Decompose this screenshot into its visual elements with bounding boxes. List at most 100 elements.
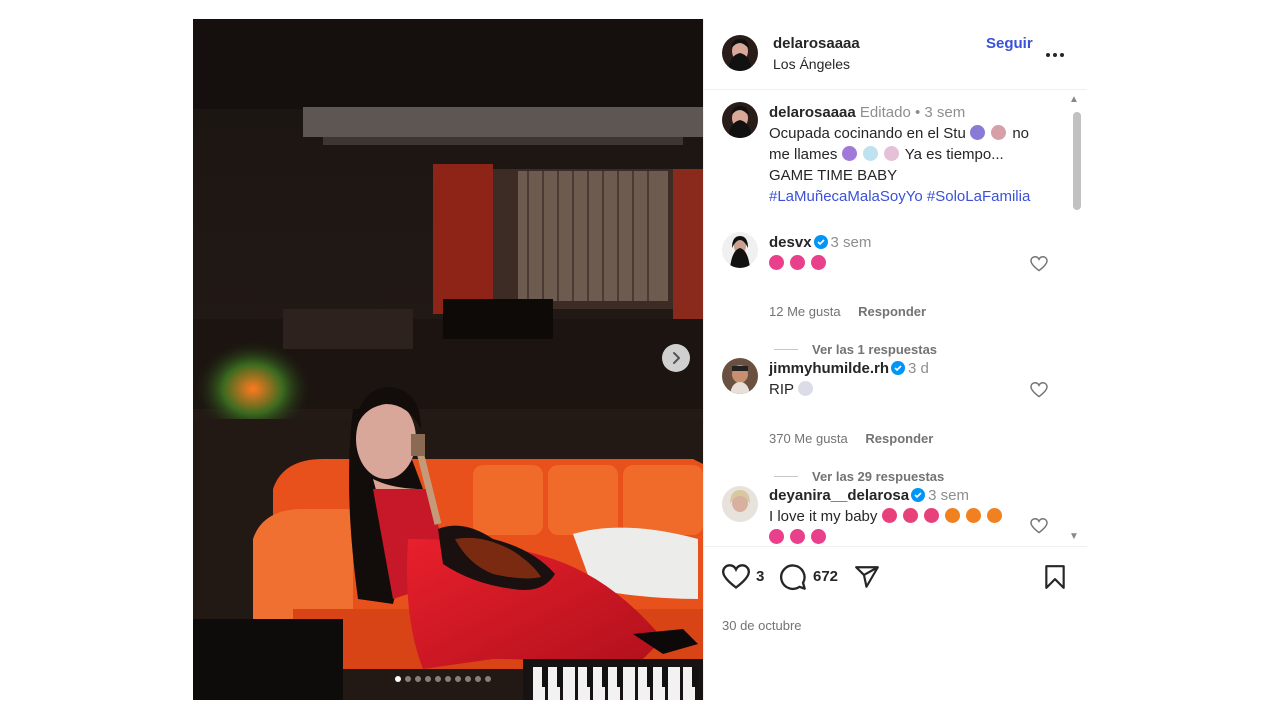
verified-badge-icon	[911, 488, 926, 502]
verified-badge-icon	[813, 235, 828, 249]
replies-line	[774, 476, 798, 477]
follow-button[interactable]: Seguir	[986, 35, 1033, 52]
caption-username[interactable]: delarosaaaa	[769, 104, 856, 121]
emoji-icon	[987, 508, 1003, 523]
comment-time[interactable]: 3 sem	[928, 487, 969, 504]
comment-meta: 12 Me gusta Responder	[769, 304, 940, 319]
comment-icon	[780, 564, 806, 590]
comment-meta: 370 Me gusta Responder	[769, 431, 947, 446]
comment-button[interactable]	[779, 563, 807, 596]
carousel-dot	[415, 676, 421, 682]
header-username[interactable]: delarosaaaa	[773, 35, 860, 52]
more-options-button[interactable]	[1045, 45, 1065, 63]
more-icon	[1046, 53, 1064, 57]
emoji-icon	[769, 255, 784, 270]
caption-line2-head: me llames	[769, 146, 838, 163]
comment-username[interactable]: desvx	[769, 234, 812, 251]
caption: delarosaaaa Editado • 3 sem Ocupada coci…	[769, 102, 1059, 207]
comment-like-button[interactable]	[1030, 255, 1048, 277]
comment-like-button[interactable]	[1030, 381, 1048, 403]
post-date[interactable]: 30 de octubre	[722, 618, 802, 633]
emoji-icon	[841, 146, 857, 161]
like-button[interactable]	[721, 564, 751, 595]
emoji-icon	[883, 146, 899, 161]
emoji-icon	[991, 125, 1007, 140]
scroll-up-icon[interactable]: ▲	[1069, 94, 1079, 105]
caption-line3: GAME TIME BABY	[769, 167, 898, 184]
carousel-dot	[465, 676, 471, 682]
commenter-avatar[interactable]	[722, 486, 758, 522]
comment-time[interactable]: 3 d	[908, 360, 929, 377]
reply-button[interactable]: Responder	[865, 431, 933, 446]
carousel-dot	[395, 676, 401, 682]
comment-likes[interactable]: 370 Me gusta	[769, 431, 848, 446]
view-replies-label: Ver las 1 respuestas	[812, 342, 938, 357]
heart-icon	[1030, 255, 1048, 272]
carousel-indicator	[395, 676, 491, 682]
header-location[interactable]: Los Ángeles	[773, 56, 850, 72]
emoji-icon	[902, 508, 918, 523]
save-icon	[1045, 565, 1065, 589]
view-replies-button[interactable]: Ver las 1 respuestas	[774, 342, 937, 357]
avatar[interactable]	[722, 35, 758, 71]
hashtag-link[interactable]: #LaMuñecaMalaSoyYo	[769, 188, 923, 205]
emoji-icon	[811, 529, 827, 544]
comment-username[interactable]: jimmyhumilde.rh	[769, 360, 889, 377]
view-replies-button[interactable]: Ver las 29 respuestas	[774, 469, 944, 484]
carousel-dot	[455, 676, 461, 682]
caption-line1: Ocupada cocinando en el Stu	[769, 125, 966, 142]
carousel-dot	[485, 676, 491, 682]
emoji-icon	[969, 125, 985, 140]
commenter-avatar[interactable]	[722, 358, 758, 394]
heart-icon	[721, 564, 751, 589]
carousel-dot	[445, 676, 451, 682]
comment-time[interactable]: 3 sem	[831, 234, 872, 251]
instagram-post: delarosaaaa Los Ángeles Seguir ▲ ▼ delar…	[193, 19, 1087, 700]
reply-button[interactable]: Responder	[858, 304, 926, 319]
next-slide-button[interactable]	[662, 344, 690, 372]
comment-header: deyanira__delarosa 3 sem	[769, 485, 969, 506]
post-photo[interactable]	[193, 19, 703, 700]
caption-line2-tail: Ya es tiempo...	[904, 146, 1004, 163]
comment-header: desvx 3 sem	[769, 232, 871, 253]
post-actions: 3 672 30 de octubre	[704, 546, 1087, 701]
post-sidebar: delarosaaaa Los Ángeles Seguir ▲ ▼ delar…	[703, 19, 1087, 700]
studio-photo	[193, 19, 703, 700]
commenter-avatar[interactable]	[722, 232, 758, 268]
comment-likes[interactable]: 12 Me gusta	[769, 304, 841, 319]
caption-edited: Editado	[859, 104, 911, 121]
likes-count[interactable]: 3	[756, 568, 764, 585]
post-header: delarosaaaa Los Ángeles Seguir	[704, 19, 1087, 90]
emoji-icon	[862, 146, 878, 161]
caption-avatar[interactable]	[722, 102, 758, 138]
heart-icon	[1030, 381, 1048, 398]
emoji-icon	[881, 508, 897, 523]
verified-badge-icon	[891, 361, 906, 375]
carousel-dot	[435, 676, 441, 682]
emoji-icon	[923, 508, 939, 523]
comment-text: RIP	[769, 379, 815, 400]
emoji-icon	[790, 255, 806, 270]
save-button[interactable]	[1043, 564, 1067, 595]
comments-count[interactable]: 672	[813, 568, 838, 585]
caption-separator: •	[914, 104, 921, 121]
scrollbar-thumb[interactable]	[1073, 112, 1081, 210]
comment-like-button[interactable]	[1030, 517, 1048, 539]
carousel-dot	[475, 676, 481, 682]
carousel-dot	[425, 676, 431, 682]
comment-text	[769, 253, 828, 274]
caption-line1-tail: no	[1012, 125, 1030, 142]
comment-body: I love it my baby	[769, 508, 878, 525]
scroll-down-icon[interactable]: ▼	[1069, 531, 1079, 542]
comment-text: I love it my baby	[769, 506, 1009, 545]
emoji-icon	[797, 381, 813, 396]
chevron-right-icon	[673, 352, 680, 364]
comments-list[interactable]: ▲ ▼ delarosaaaa Editado • 3 sem Ocupada …	[704, 90, 1087, 545]
share-button[interactable]	[854, 564, 880, 595]
hashtag-link[interactable]: #SoloLaFamilia	[927, 188, 1030, 205]
comment-body: RIP	[769, 381, 794, 398]
comment-username[interactable]: deyanira__delarosa	[769, 487, 909, 504]
caption-time[interactable]: 3 sem	[924, 104, 965, 121]
heart-icon	[1030, 517, 1048, 534]
comment-header: jimmyhumilde.rh 3 d	[769, 358, 929, 379]
